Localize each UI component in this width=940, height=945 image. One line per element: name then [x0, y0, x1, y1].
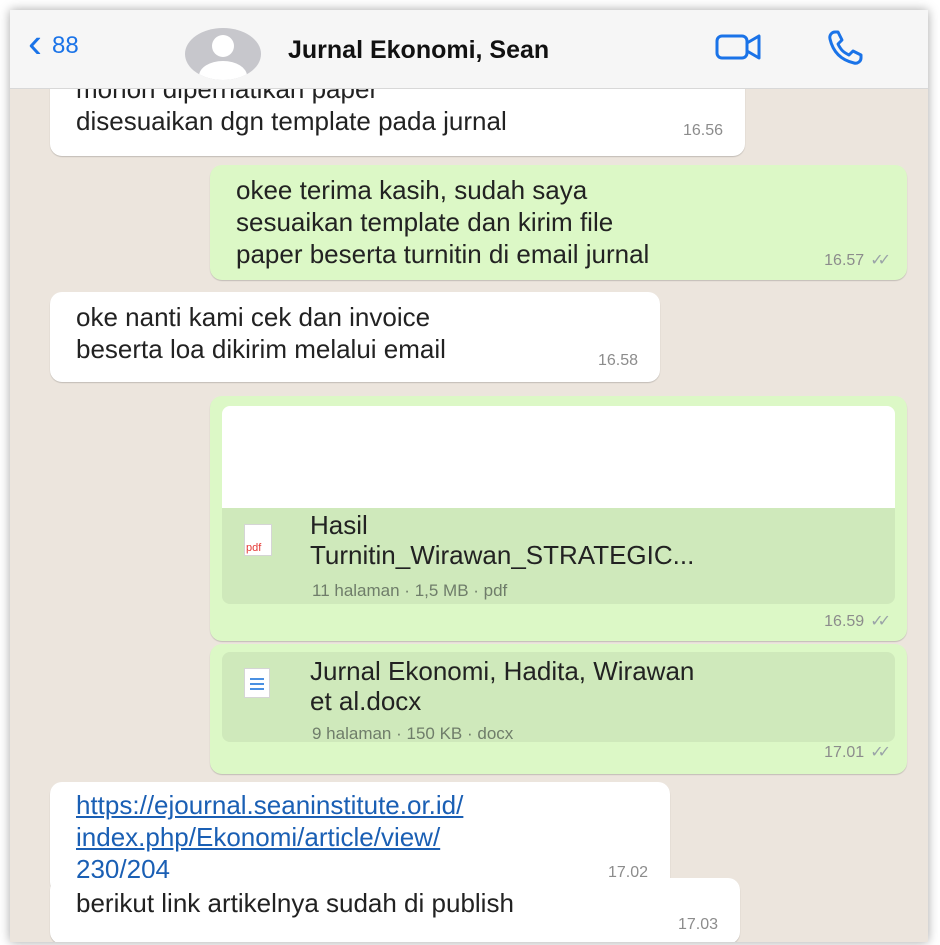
message-bubble-document[interactable]: pdf Hasil Turnitin_Wirawan_STRATEGIC... … [210, 396, 907, 641]
avatar-head [212, 35, 234, 57]
message-time: 17.03 [677, 916, 718, 933]
message-time: 17.01 [824, 744, 865, 761]
message-meta: 16.59 ✓✓ [824, 606, 891, 637]
message-list[interactable]: mohon diperhatikan paper disesuaikan dgn… [10, 10, 928, 942]
message-time: 16.57 [824, 252, 865, 269]
message-bubble-document[interactable]: Jurnal Ekonomi, Hadita, Wirawan et al.do… [210, 644, 907, 774]
document-attachment[interactable]: Jurnal Ekonomi, Hadita, Wirawan et al.do… [222, 652, 895, 743]
message-meta: 17.01 ✓✓ [824, 737, 891, 768]
document-name-line: Turnitin_Wirawan_STRATEGIC... [310, 540, 695, 570]
document-preview[interactable] [222, 406, 895, 508]
pdf-icon: pdf [244, 524, 272, 556]
document-meta: 11 halaman · 1,5 MB · pdf [312, 581, 508, 600]
message-line: paper beserta turnitin di email jurnal [236, 239, 650, 269]
message-line: sesuaikan template dan kirim file [236, 207, 614, 237]
avatar[interactable] [185, 28, 261, 80]
double-check-icon: ✓✓ [870, 252, 891, 269]
message-line: okee terima kasih, sudah saya [236, 175, 588, 205]
avatar-body [199, 61, 247, 80]
message-line: berikut link artikelnya sudah di publish [76, 888, 514, 918]
link-line[interactable]: https://ejournal.seaninstitute.or.id/ [76, 790, 652, 821]
document-name-line: Hasil [310, 510, 368, 540]
chevron-left-icon: ‹ [28, 19, 42, 66]
chat-screen: ‹ 88 Jurnal Ekonomi, Sean mohon diperhat… [10, 10, 928, 942]
document-meta: 9 halaman · 150 KB · docx [312, 724, 514, 743]
video-call-icon[interactable] [715, 30, 763, 69]
unread-count: 88 [52, 32, 79, 59]
link-line[interactable]: index.php/Ekonomi/article/view/ [76, 822, 652, 853]
document-attachment[interactable]: pdf Hasil Turnitin_Wirawan_STRATEGIC... … [222, 508, 895, 604]
document-name-line: Jurnal Ekonomi, Hadita, Wirawan [310, 656, 695, 686]
back-button[interactable]: ‹ 88 [28, 22, 79, 64]
message-bubble-incoming[interactable]: berikut link artikelnya sudah di publish… [50, 878, 740, 942]
message-time: 16.56 [682, 122, 723, 139]
message-line: oke nanti kami cek dan invoice [76, 302, 431, 332]
pdf-icon-label: pdf [246, 542, 262, 554]
double-check-icon: ✓✓ [870, 744, 891, 761]
document-name-line: et al.docx [310, 686, 422, 716]
message-time: 16.58 [597, 352, 638, 369]
message-meta: 16.57 ✓✓ [824, 245, 891, 276]
message-bubble-incoming[interactable]: oke nanti kami cek dan invoice beserta l… [50, 292, 660, 382]
chat-title[interactable]: Jurnal Ekonomi, Sean [288, 36, 549, 65]
doc-icon [244, 668, 270, 698]
message-time: 16.59 [824, 613, 865, 630]
double-check-icon: ✓✓ [870, 613, 891, 630]
phone-icon[interactable] [825, 28, 865, 73]
chat-header: ‹ 88 Jurnal Ekonomi, Sean [10, 10, 928, 89]
message-line: disesuaikan dgn template pada jurnal [76, 106, 507, 136]
message-line: beserta loa dikirim melalui email [76, 334, 446, 364]
message-bubble-outgoing[interactable]: okee terima kasih, sudah saya sesuaikan … [210, 165, 907, 280]
